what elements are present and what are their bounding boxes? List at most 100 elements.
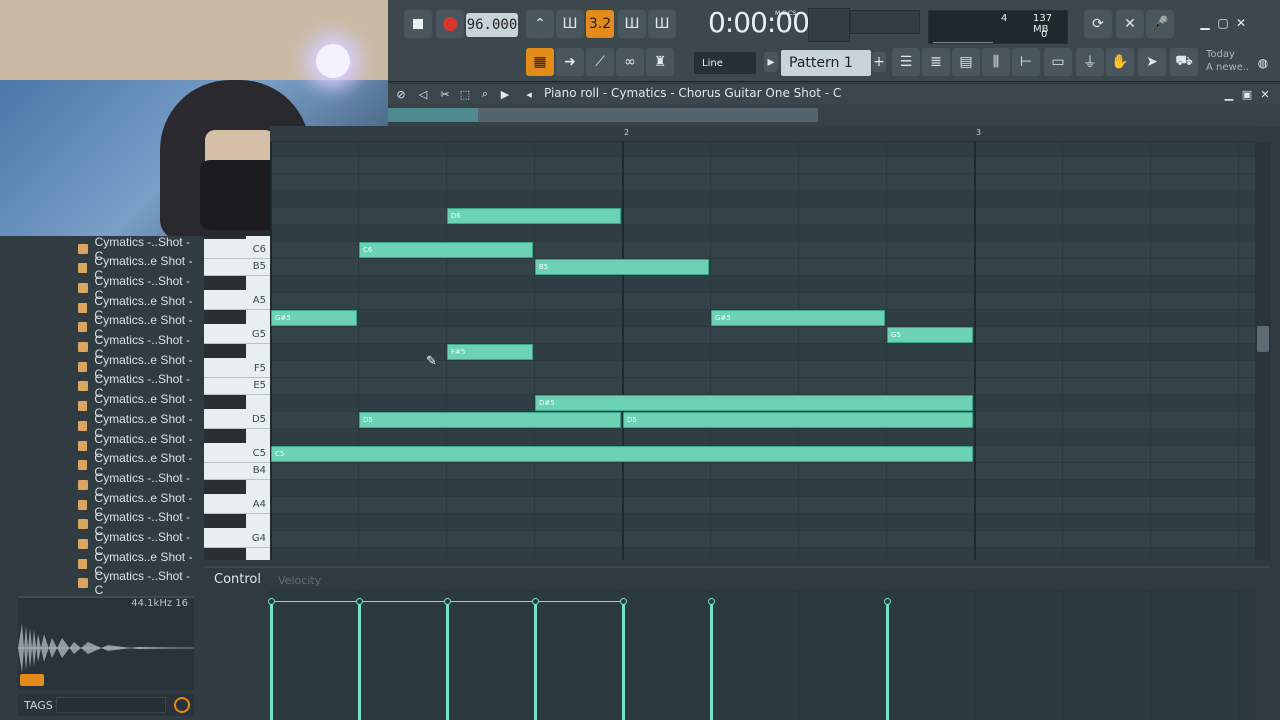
piano-roll-toggle[interactable]: ▦ xyxy=(526,48,554,76)
note-grid[interactable]: D6 C6 B5 G#5 G#5 G5 F#5 D#5 D5 D5 C5 xyxy=(270,142,1255,560)
link-button[interactable]: ∞ xyxy=(616,48,644,76)
piano-keyboard[interactable]: C6 B5 A5 G5 F5 E5 D5 C5 B4 A4 G4 xyxy=(204,236,270,560)
metronome-button[interactable]: ⌃ xyxy=(526,10,554,38)
speaker-icon[interactable]: ◁ xyxy=(416,87,430,101)
velocity-bar[interactable] xyxy=(622,602,625,720)
velocity-handle[interactable] xyxy=(884,598,891,605)
black-key[interactable] xyxy=(204,514,246,528)
shop-button[interactable]: ⛟ xyxy=(1170,48,1198,76)
tags-input[interactable] xyxy=(56,697,166,713)
slice-tool-icon[interactable]: ✂ xyxy=(438,87,452,101)
velocity-handle[interactable] xyxy=(620,598,627,605)
maximize-button[interactable]: ▢ xyxy=(1214,14,1232,32)
note[interactable]: G#5 xyxy=(711,310,885,326)
sample-waveform xyxy=(18,624,194,672)
velocity-bar[interactable] xyxy=(534,602,537,720)
black-key[interactable] xyxy=(204,548,246,560)
playlist-button[interactable]: ☰ xyxy=(892,48,920,76)
project-button[interactable]: ▭ xyxy=(1044,48,1072,76)
close-button[interactable]: ✕ xyxy=(1232,14,1250,32)
black-key[interactable] xyxy=(204,429,246,443)
stamp-button[interactable]: ♜ xyxy=(646,48,674,76)
key-label: B4 xyxy=(252,465,266,476)
bar-ruler[interactable]: 2 3 xyxy=(270,126,1255,142)
note[interactable]: D6 xyxy=(447,208,621,224)
audio-input-button[interactable]: 🎤 xyxy=(1146,10,1174,38)
pattern-selector[interactable]: Pattern 1 xyxy=(781,50,871,76)
note[interactable]: B5 xyxy=(535,259,709,275)
white-key-divider xyxy=(204,309,270,310)
overview-track[interactable] xyxy=(478,108,818,122)
countdown-button[interactable]: 3.2 xyxy=(586,10,614,38)
close-icon: ✕ xyxy=(1235,16,1247,30)
note[interactable]: G5 xyxy=(887,327,973,343)
plugin-button[interactable]: ⏚ xyxy=(1076,48,1104,76)
overview-thumb[interactable] xyxy=(388,108,478,122)
select-tool-icon[interactable]: ⬚ xyxy=(458,87,472,101)
menu-arrow-icon[interactable]: ◂ xyxy=(522,87,536,101)
minimize-button[interactable]: ▁ xyxy=(1196,14,1214,32)
touch-button[interactable]: ✋ xyxy=(1106,48,1134,76)
snap-select[interactable]: Line xyxy=(694,52,756,74)
note[interactable]: C6 xyxy=(359,242,533,258)
wait-button[interactable]: Ш xyxy=(556,10,584,38)
piano-roll-button[interactable]: ▤ xyxy=(952,48,980,76)
window-restore-icon[interactable]: ▣ xyxy=(1240,87,1254,101)
note[interactable]: D5 xyxy=(359,412,621,428)
next-button[interactable]: ➜ xyxy=(556,48,584,76)
velocity-bar[interactable] xyxy=(358,602,361,720)
velocity-bar[interactable] xyxy=(270,602,273,720)
undo-history-button[interactable]: ⟳ xyxy=(1084,10,1112,38)
note[interactable]: C5 xyxy=(271,446,973,462)
window-close-icon[interactable]: ✕ xyxy=(1258,87,1272,101)
tempo-display[interactable]: 96.000 xyxy=(466,13,518,37)
note[interactable]: D5 xyxy=(623,412,973,428)
playback-tool-icon[interactable]: ▶ xyxy=(498,87,512,101)
control-label[interactable]: Control xyxy=(214,572,261,587)
vertical-scrollbar[interactable] xyxy=(1255,142,1271,560)
velocity-handle[interactable] xyxy=(444,598,451,605)
velocity-handle[interactable] xyxy=(356,598,363,605)
note[interactable]: D#5 xyxy=(535,395,973,411)
black-key[interactable] xyxy=(204,344,246,358)
globe-button[interactable]: ◍ xyxy=(1254,54,1272,72)
white-key-divider xyxy=(204,394,270,395)
stop-button[interactable] xyxy=(404,10,432,38)
record-button[interactable] xyxy=(436,10,464,38)
slide-button[interactable]: ⟋ xyxy=(586,48,614,76)
channel-rack-button[interactable]: ≣ xyxy=(922,48,950,76)
black-key[interactable] xyxy=(204,276,246,290)
send-button[interactable]: ➤ xyxy=(1138,48,1166,76)
velocity-bar[interactable] xyxy=(446,602,449,720)
stamp-icon: ♜ xyxy=(653,54,667,70)
add-pattern-button[interactable]: + xyxy=(872,52,886,72)
news-panel[interactable]: Today A newe.. xyxy=(1206,48,1249,74)
velocity-handle[interactable] xyxy=(532,598,539,605)
black-key[interactable] xyxy=(204,480,246,494)
zoom-tool-icon[interactable]: ⌕ xyxy=(478,87,492,101)
key-label: C6 xyxy=(252,244,266,255)
note[interactable]: G#5 xyxy=(271,310,357,326)
black-key[interactable] xyxy=(204,236,246,239)
vertical-scroll-thumb[interactable] xyxy=(1257,326,1269,352)
pattern-prev-button[interactable]: ▸ xyxy=(764,52,778,72)
velocity-handle[interactable] xyxy=(268,598,275,605)
black-key[interactable] xyxy=(204,395,246,409)
velocity-lane[interactable] xyxy=(268,590,1255,720)
window-minimize-icon[interactable]: ▁ xyxy=(1222,87,1236,101)
velocity-bar[interactable] xyxy=(710,602,713,720)
mixer-button[interactable]: ⫼ xyxy=(982,48,1010,76)
black-key[interactable] xyxy=(204,310,246,324)
browser-file-item[interactable]: Cymatics -..Shot - C xyxy=(78,569,198,597)
velocity-handle[interactable] xyxy=(708,598,715,605)
search-icon[interactable] xyxy=(174,697,190,713)
mute-tool-icon[interactable]: ⊘ xyxy=(394,87,408,101)
note[interactable]: F#5 xyxy=(447,344,533,360)
tools-button[interactable]: ✕ xyxy=(1116,10,1144,38)
white-key-divider xyxy=(204,343,270,344)
velocity-bar[interactable] xyxy=(886,602,889,720)
step-edit-button[interactable]: Ш xyxy=(618,10,646,38)
preview-play-button[interactable] xyxy=(20,674,44,686)
loop-record-button[interactable]: Ш xyxy=(648,10,676,38)
browser-button[interactable]: ⊢ xyxy=(1012,48,1040,76)
